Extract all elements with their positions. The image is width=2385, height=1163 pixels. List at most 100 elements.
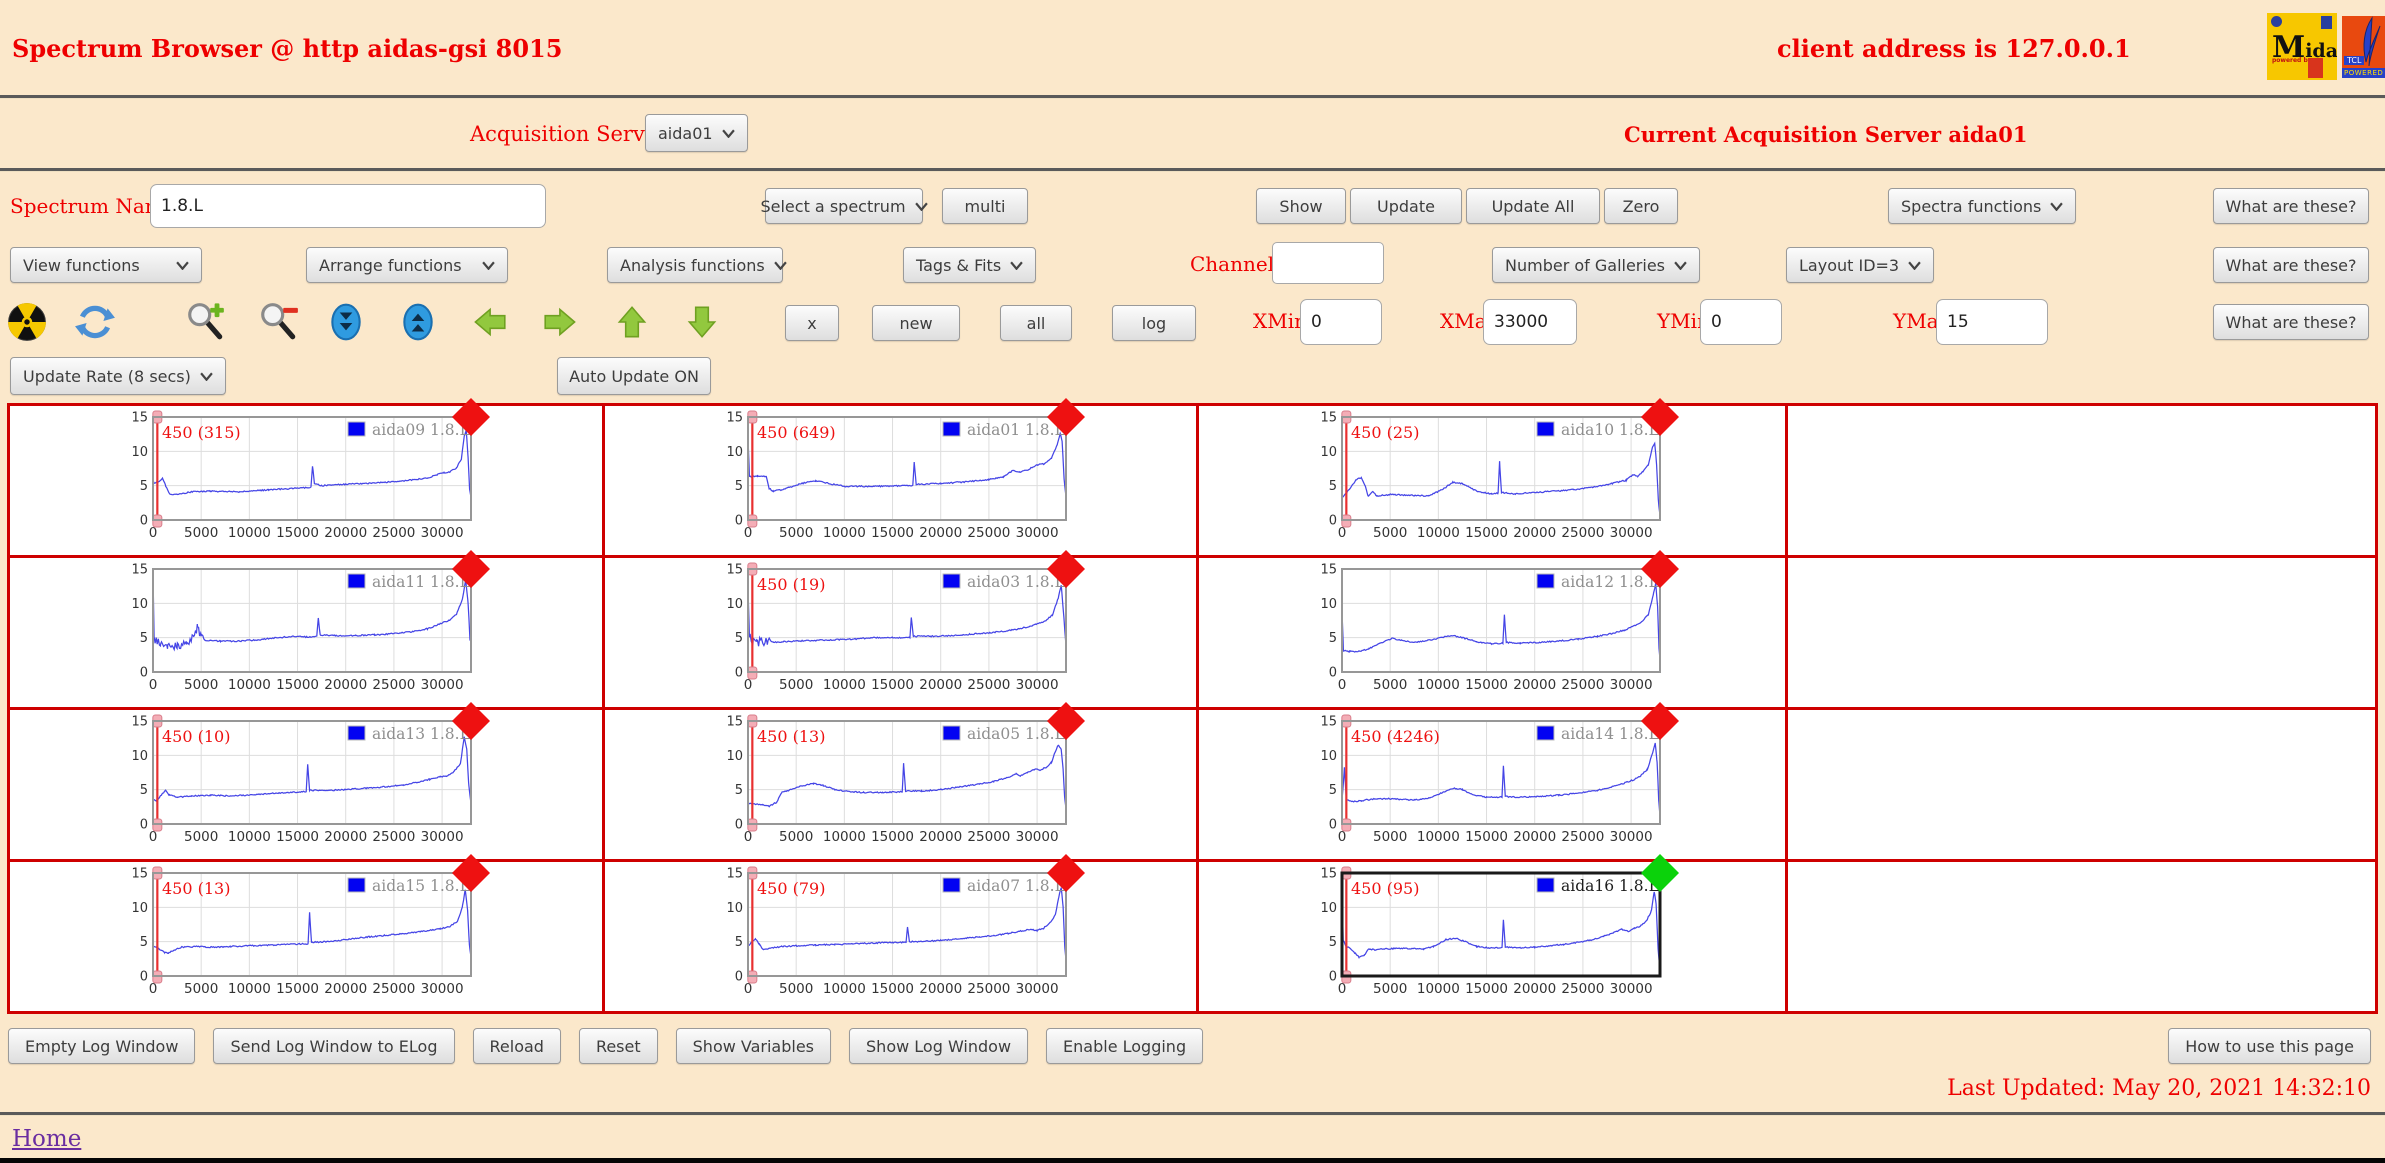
reset-button[interactable]: Reset: [578, 1028, 658, 1064]
spectrum-chart-aida12[interactable]: 0 5 10 15 0 5000 10000 15000 20000 25000 30000 aida…: [1315, 550, 1679, 700]
how-to-use-button[interactable]: How to use this page: [2168, 1028, 2371, 1064]
gallery-cell-aida16[interactable]: 0 5 10 15 0 5000 10000 15000 20000 25000 30000 aida…: [1199, 854, 1785, 1011]
gallery-cell-aida13[interactable]: 0 5 10 15 0 5000 10000 15000 20000 25000 30000 aida…: [10, 702, 602, 859]
spectrum-plot-aida13[interactable]: 0 5 10 15 0 5000 10000 15000 20000 25000 30000 aida…: [126, 702, 490, 852]
gallery-cell-aida12[interactable]: 0 5 10 15 0 5000 10000 15000 20000 25000 30000 aida…: [1199, 550, 1785, 707]
all-button[interactable]: all: [1000, 305, 1072, 341]
channel-input[interactable]: [1272, 242, 1384, 284]
spectrum-plot-aida14[interactable]: 0 5 10 15 0 5000 10000 15000 20000 25000 30000 aida…: [1315, 702, 1679, 852]
svg-text:aida13 1.8.L: aida13 1.8.L: [372, 725, 470, 743]
select-spectrum-dropdown[interactable]: Select a spectrum: [760, 188, 928, 224]
gallery-cell-aida01[interactable]: 0 5 10 15 0 5000 10000 15000 20000 25000 30000 aida…: [605, 398, 1196, 555]
spectrum-chart-aida03[interactable]: 0 5 10 15 0 5000 10000 15000 20000 25000 30000 aida…: [721, 550, 1085, 700]
svg-text:5: 5: [735, 479, 743, 494]
update-button[interactable]: Update: [1350, 188, 1462, 224]
show-log-window-button[interactable]: Show Log Window: [849, 1028, 1029, 1064]
layout-id-dropdown[interactable]: Layout ID=3: [1786, 247, 1935, 283]
enable-logging-button[interactable]: Enable Logging: [1046, 1028, 1204, 1064]
gallery-cell-aida07[interactable]: 0 5 10 15 0 5000 10000 15000 20000 25000 30000 aida…: [605, 854, 1196, 1011]
gallery-cell-aida10[interactable]: 0 5 10 15 0 5000 10000 15000 20000 25000 30000 aida…: [1199, 398, 1785, 555]
multi-button[interactable]: multi: [942, 188, 1028, 224]
acquisition-server-select[interactable]: aida01: [645, 114, 748, 152]
x-button[interactable]: x: [785, 305, 839, 341]
spectrum-plot-aida09[interactable]: 0 5 10 15 0 5000 10000 15000 20000 25000 30000 aida…: [126, 398, 490, 548]
spectra-functions-dropdown[interactable]: Spectra functions: [1888, 188, 2077, 224]
ymax-input[interactable]: [1936, 299, 2048, 345]
spectrum-plot-aida03[interactable]: 0 5 10 15 0 5000 10000 15000 20000 25000 30000 aida…: [721, 550, 1085, 700]
svg-text:0: 0: [1338, 677, 1347, 693]
spectrum-plot-aida07[interactable]: 0 5 10 15 0 5000 10000 15000 20000 25000 30000 aida…: [721, 854, 1085, 1004]
collapse-vertical-icon[interactable]: [325, 301, 367, 343]
number-of-galleries-dropdown[interactable]: Number of Galleries: [1492, 247, 1701, 283]
what-are-these-button-3[interactable]: What are these?: [2213, 304, 2369, 340]
spectrum-plot-aida01[interactable]: 0 5 10 15 0 5000 10000 15000 20000 25000 30000 aida…: [721, 398, 1085, 548]
spectrum-chart-aida01[interactable]: 0 5 10 15 0 5000 10000 15000 20000 25000 30000 aida…: [721, 398, 1085, 548]
reload-button[interactable]: Reload: [472, 1028, 561, 1064]
arrow-left-icon[interactable]: [467, 301, 509, 343]
new-button[interactable]: new: [872, 305, 960, 341]
ymin-input[interactable]: [1700, 299, 1782, 345]
gallery-cell-aida15[interactable]: 0 5 10 15 0 5000 10000 15000 20000 25000 30000 aida…: [10, 854, 602, 1011]
what-are-these-button-1[interactable]: What are these?: [2213, 188, 2369, 224]
gallery-cell-aida14[interactable]: 0 5 10 15 0 5000 10000 15000 20000 25000 30000 aida…: [1199, 702, 1785, 859]
xmax-input[interactable]: [1483, 299, 1577, 345]
zoom-in-icon[interactable]: [185, 301, 227, 343]
spectrum-chart-aida09[interactable]: 0 5 10 15 0 5000 10000 15000 20000 25000 30000 aida…: [126, 398, 490, 548]
spectrum-plot-aida05[interactable]: 0 5 10 15 0 5000 10000 15000 20000 25000 30000 aida…: [721, 702, 1085, 852]
svg-text:aida11 1.8.L: aida11 1.8.L: [372, 573, 470, 591]
svg-text:450 (649): 450 (649): [757, 423, 836, 442]
radioactive-icon[interactable]: [6, 301, 48, 343]
zero-button[interactable]: Zero: [1604, 188, 1678, 224]
update-all-button[interactable]: Update All: [1466, 188, 1600, 224]
show-button[interactable]: Show: [1256, 188, 1346, 224]
analysis-functions-dropdown[interactable]: Analysis functions: [607, 247, 787, 283]
svg-text:5000: 5000: [1373, 829, 1407, 845]
arrow-up-icon[interactable]: [611, 301, 653, 343]
spectrum-chart-aida10[interactable]: 0 5 10 15 0 5000 10000 15000 20000 25000 30000 aida…: [1315, 398, 1679, 548]
arrow-down-icon[interactable]: [681, 301, 723, 343]
what-are-these-button-2[interactable]: What are these?: [2213, 247, 2369, 283]
spectrum-plot-aida16[interactable]: 0 5 10 15 0 5000 10000 15000 20000 25000 30000 aida…: [1315, 854, 1679, 1004]
expand-vertical-icon[interactable]: [397, 301, 439, 343]
spectrum-chart-aida16[interactable]: 0 5 10 15 0 5000 10000 15000 20000 25000 30000 aida…: [1315, 854, 1679, 1004]
gallery-cell-aida11[interactable]: 0 5 10 15 0 5000 10000 15000 20000 25000 30000 aida…: [10, 550, 602, 707]
view-functions-dropdown[interactable]: View functions: [10, 247, 202, 283]
gallery-cell-aida03[interactable]: 0 5 10 15 0 5000 10000 15000 20000 25000 30000 aida…: [605, 550, 1196, 707]
spectrum-chart-aida07[interactable]: 0 5 10 15 0 5000 10000 15000 20000 25000 30000 aida…: [721, 854, 1085, 1004]
tags-fits-dropdown[interactable]: Tags & Fits: [903, 247, 1037, 283]
zoom-out-icon[interactable]: [258, 301, 300, 343]
svg-text:15000: 15000: [1465, 981, 1508, 997]
spectrum-plot-aida15[interactable]: 0 5 10 15 0 5000 10000 15000 20000 25000 30000 aida…: [126, 854, 490, 1004]
refresh-icon[interactable]: [74, 301, 116, 343]
spectrum-chart-aida14[interactable]: 0 5 10 15 0 5000 10000 15000 20000 25000 30000 aida…: [1315, 702, 1679, 852]
log-button[interactable]: log: [1112, 305, 1196, 341]
gallery-cell-aida09[interactable]: 0 5 10 15 0 5000 10000 15000 20000 25000 30000 aida…: [10, 398, 602, 555]
update-rate-dropdown[interactable]: Update Rate (8 secs): [10, 357, 226, 395]
spectrum-plot-aida11[interactable]: 0 5 10 15 0 5000 10000 15000 20000 25000 30000 aida…: [126, 550, 490, 700]
auto-update-button[interactable]: Auto Update ON: [557, 357, 711, 395]
svg-text:30000: 30000: [1016, 981, 1059, 997]
svg-text:10000: 10000: [1417, 525, 1460, 541]
gallery-cell-aida05[interactable]: 0 5 10 15 0 5000 10000 15000 20000 25000 30000 aida…: [605, 702, 1196, 859]
send-log-window-to-elog-button[interactable]: Send Log Window to ELog: [213, 1028, 455, 1064]
spectrum-chart-aida13[interactable]: 0 5 10 15 0 5000 10000 15000 20000 25000 30000 aida…: [126, 702, 490, 852]
arrow-right-icon[interactable]: [541, 301, 583, 343]
spectrum-chart-aida15[interactable]: 0 5 10 15 0 5000 10000 15000 20000 25000 30000 aida…: [126, 854, 490, 1004]
spectrum-plot-aida12[interactable]: 0 5 10 15 0 5000 10000 15000 20000 25000 30000 aida…: [1315, 550, 1679, 700]
arrange-functions-label: Arrange functions: [319, 255, 462, 275]
spectrum-chart-aida05[interactable]: 0 5 10 15 0 5000 10000 15000 20000 25000 30000 aida…: [721, 702, 1085, 852]
arrange-functions-dropdown[interactable]: Arrange functions: [306, 247, 508, 283]
spectrum-chart-aida11[interactable]: 0 5 10 15 0 5000 10000 15000 20000 25000 30000 aida…: [126, 550, 490, 700]
svg-text:15000: 15000: [1465, 525, 1508, 541]
svg-text:5: 5: [140, 935, 148, 950]
empty-log-window-button[interactable]: Empty Log Window: [8, 1028, 196, 1064]
show-variables-button[interactable]: Show Variables: [675, 1028, 832, 1064]
spectrum-name-input[interactable]: [150, 184, 546, 228]
svg-text:5000: 5000: [184, 981, 218, 997]
svg-text:aida05 1.8.L: aida05 1.8.L: [967, 725, 1065, 743]
spectrum-plot-aida10[interactable]: 0 5 10 15 0 5000 10000 15000 20000 25000 30000 aida…: [1315, 398, 1679, 548]
svg-text:450 (13): 450 (13): [162, 879, 230, 898]
svg-text:aida15 1.8.L: aida15 1.8.L: [372, 877, 470, 895]
home-link[interactable]: Home: [12, 1126, 81, 1152]
xmin-input[interactable]: [1300, 299, 1382, 345]
